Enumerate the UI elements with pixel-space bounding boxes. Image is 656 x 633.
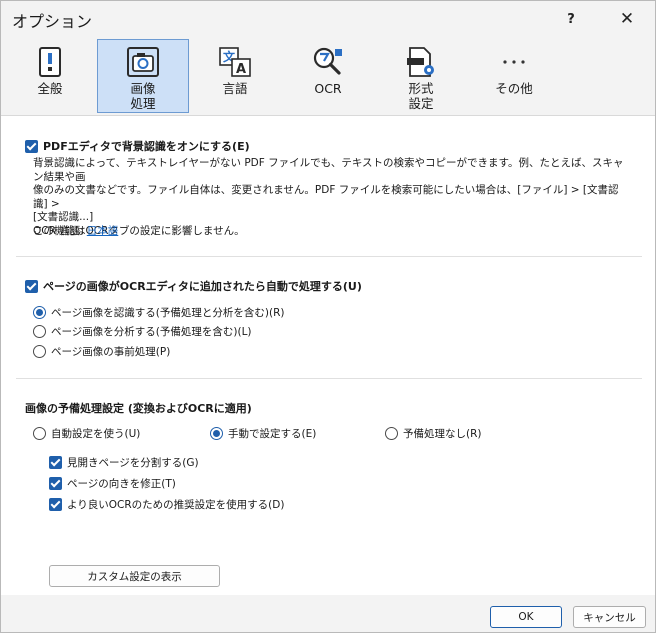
auto-settings-radio[interactable] (33, 427, 46, 440)
auto-process-checkbox[interactable] (25, 279, 38, 293)
tab-other-label: その他 (495, 81, 533, 96)
description-line: [文書認識...] (33, 211, 94, 223)
ocr-language-link[interactable]: 日本語 (87, 223, 119, 238)
image-processing-panel: PDFエディタで背景認識をオンにする(E) 背景認識によって、テキストレイヤーが… (1, 115, 655, 595)
help-button[interactable]: ? (556, 6, 586, 32)
split-spreads-option[interactable]: 見開きページを分割する(G) (49, 455, 199, 470)
fix-orientation-option[interactable]: ページの向きを修正(T) (49, 476, 176, 491)
options-toolbar: 全般 画像 処理 文 A 言語 OCR 形式 設定 その他 (1, 37, 655, 115)
recognize-page-option[interactable]: ページ画像を認識する(予備処理と分析を含む)(R) (33, 305, 284, 320)
analyze-page-radio[interactable] (33, 325, 46, 338)
no-preprocessing-option[interactable]: 予備処理なし(R) (385, 426, 482, 441)
description-line: この機能はOCRタブの設定に影響しません。 (33, 224, 245, 237)
description-line: 像のみの文書などです。ファイル自体は、変更されません。PDF ファイルを検索可能… (33, 184, 619, 210)
ocr-icon (311, 45, 345, 79)
background-recognition-checkbox[interactable] (25, 139, 38, 153)
divider (16, 256, 642, 257)
tab-general[interactable]: 全般 (4, 39, 96, 113)
tab-format-settings[interactable]: 形式 設定 (375, 39, 467, 113)
tab-image-processing[interactable]: 画像 処理 (97, 39, 189, 113)
ocr-language-label: OCR 言語: (33, 225, 84, 237)
recommended-settings-label: より良いOCRのための推奨設定を使用する(D) (67, 499, 285, 511)
tab-ocr-label: OCR (314, 81, 342, 96)
no-preprocessing-label: 予備処理なし(R) (403, 428, 482, 440)
analyze-page-option[interactable]: ページ画像を分析する(予備処理を含む)(L) (33, 324, 252, 339)
recognize-page-radio[interactable] (33, 306, 46, 319)
background-recognition-label: PDFエディタで背景認識をオンにする(E) (43, 140, 250, 153)
description-line: 背景認識によって、テキストレイヤーがない PDF ファイルでも、テキストの検索や… (33, 157, 624, 183)
cancel-button[interactable]: キャンセル (573, 606, 646, 628)
no-preprocessing-radio[interactable] (385, 427, 398, 440)
svg-text:A: A (236, 62, 246, 77)
divider (16, 378, 642, 379)
preprocess-page-label: ページ画像の事前処理(P) (51, 346, 171, 358)
image-processing-icon (126, 45, 160, 79)
more-icon (497, 45, 531, 79)
auto-settings-label: 自動設定を使う(U) (51, 428, 141, 440)
preprocess-page-radio[interactable] (33, 345, 46, 358)
language-icon: 文 A (218, 45, 252, 79)
format-settings-icon (404, 45, 438, 79)
ok-button[interactable]: OK (490, 606, 562, 628)
preprocessing-heading: 画像の予備処理設定 (変換およびOCRに適用) (25, 402, 252, 415)
split-spreads-checkbox[interactable] (49, 456, 62, 469)
tab-language[interactable]: 文 A 言語 (189, 39, 281, 113)
recognize-page-label: ページ画像を認識する(予備処理と分析を含む)(R) (51, 307, 285, 319)
window-title: オプション (12, 12, 93, 31)
options-dialog: オプション ? ✕ 全般 画像 処理 文 A 言語 OCR 形式 設定 その他 … (0, 0, 656, 633)
manual-settings-radio[interactable] (210, 427, 223, 440)
fix-orientation-checkbox[interactable] (49, 477, 62, 490)
background-recognition-option[interactable]: PDFエディタで背景認識をオンにする(E) (25, 138, 250, 154)
tab-general-label: 全般 (37, 81, 63, 96)
title-bar: オプション ? ✕ (1, 1, 655, 37)
general-settings-icon (33, 45, 67, 79)
show-custom-settings-button[interactable]: カスタム設定の表示 (49, 565, 220, 587)
manual-settings-label: 手動で設定する(E) (228, 428, 317, 440)
tab-image-processing-label: 画像 処理 (130, 81, 156, 111)
auto-process-option[interactable]: ページの画像がOCRエディタに追加されたら自動で処理する(U) (25, 278, 362, 294)
fix-orientation-label: ページの向きを修正(T) (67, 478, 176, 490)
recommended-settings-option[interactable]: より良いOCRのための推奨設定を使用する(D) (49, 497, 284, 512)
preprocess-page-option[interactable]: ページ画像の事前処理(P) (33, 344, 170, 359)
background-recognition-description: 背景認識によって、テキストレイヤーがない PDF ファイルでも、テキストの検索や… (33, 157, 633, 238)
tab-other[interactable]: その他 (468, 39, 560, 113)
auto-process-label: ページの画像がOCRエディタに追加されたら自動で処理する(U) (43, 280, 362, 293)
tab-format-settings-label: 形式 設定 (408, 81, 434, 111)
recommended-settings-checkbox[interactable] (49, 498, 62, 511)
ocr-language-row: OCR 言語: 日本語 (33, 223, 118, 238)
tab-language-label: 言語 (222, 81, 248, 96)
manual-settings-option[interactable]: 手動で設定する(E) (210, 426, 316, 441)
close-button[interactable]: ✕ (612, 6, 642, 32)
auto-settings-option[interactable]: 自動設定を使う(U) (33, 426, 140, 441)
split-spreads-label: 見開きページを分割する(G) (67, 457, 199, 469)
analyze-page-label: ページ画像を分析する(予備処理を含む)(L) (51, 326, 252, 338)
tab-ocr[interactable]: OCR (282, 39, 374, 113)
